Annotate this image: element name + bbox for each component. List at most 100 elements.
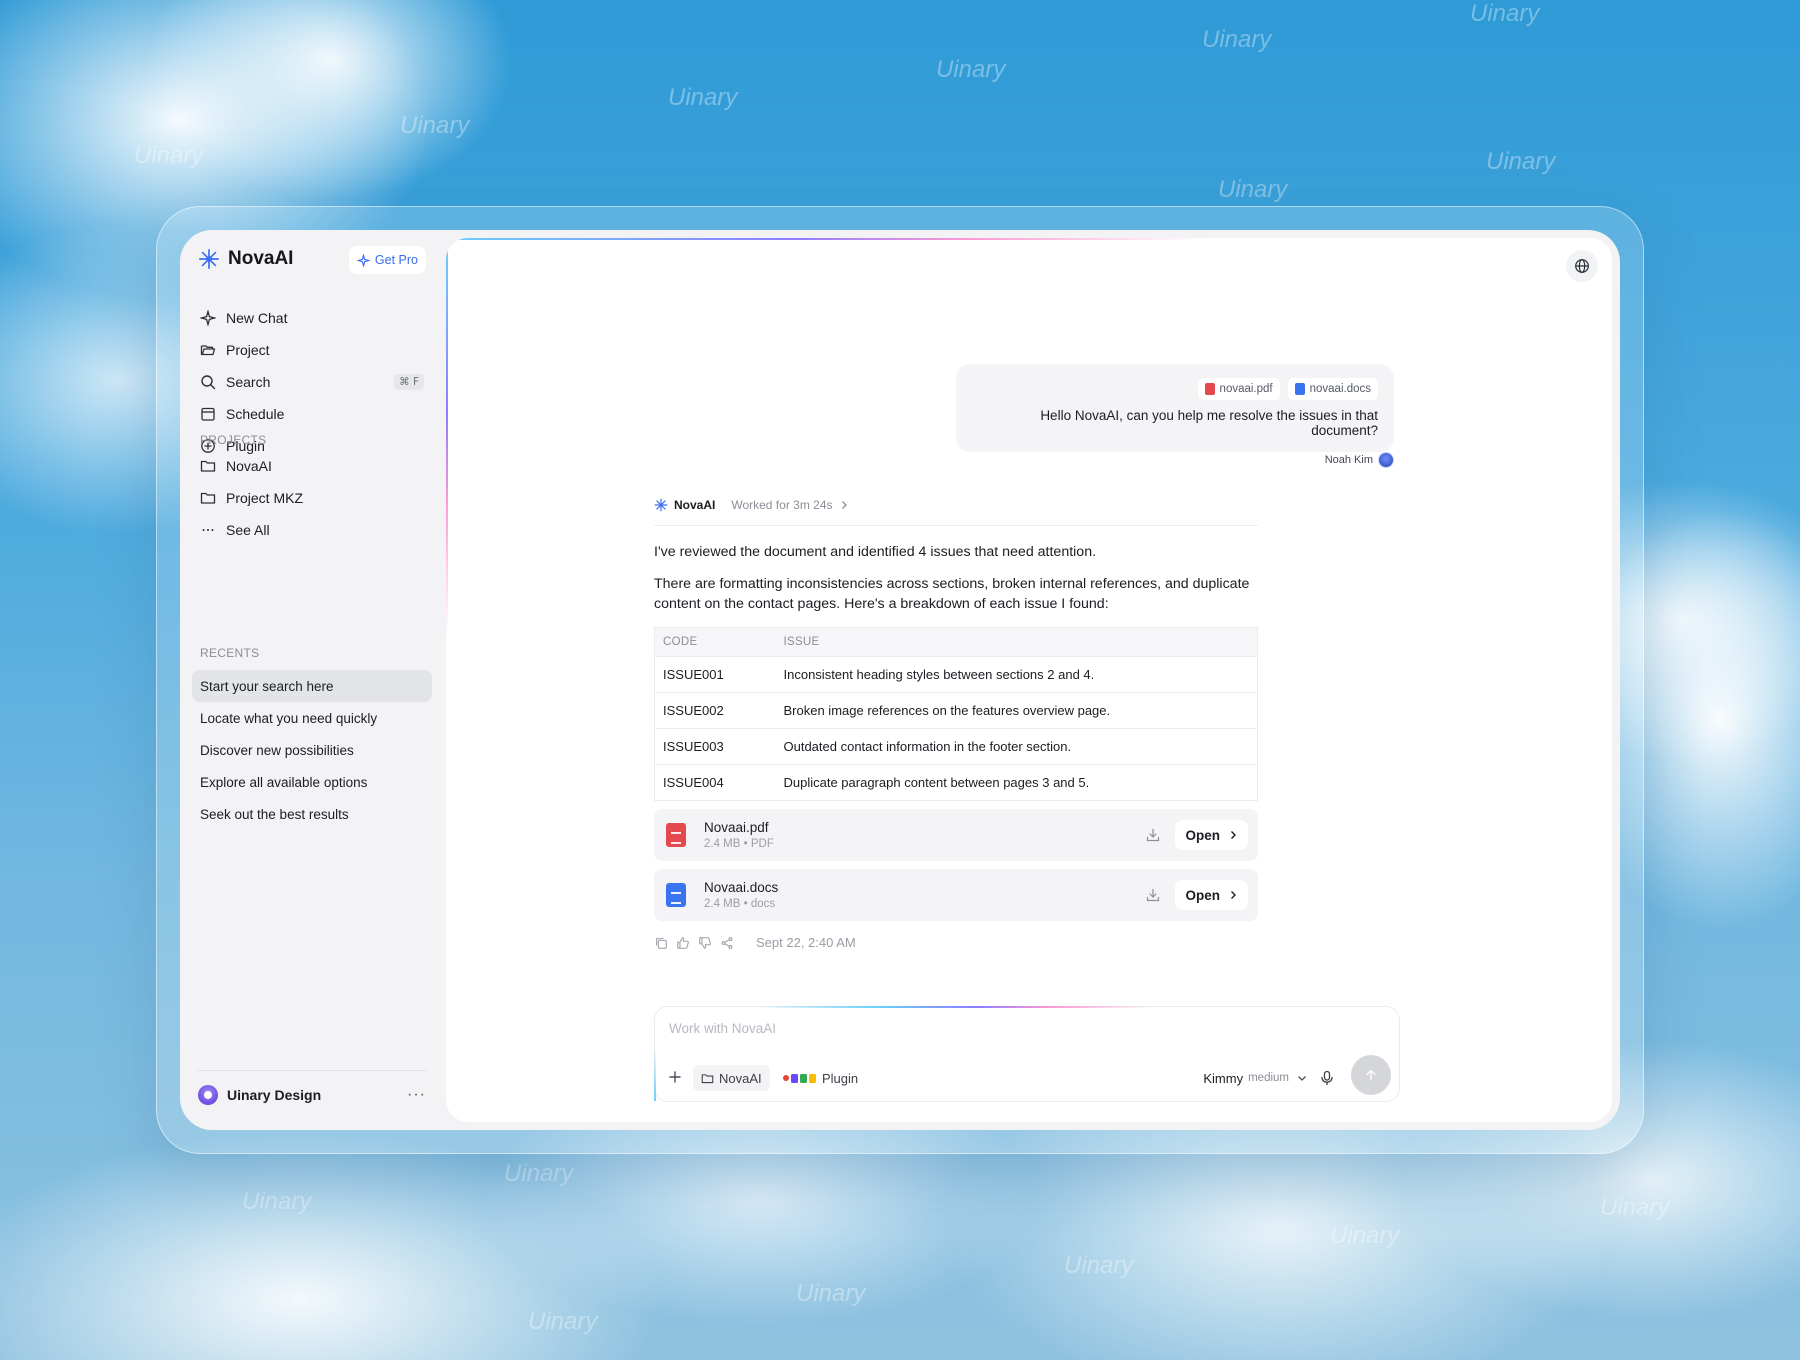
attachment-row: novaai.pdf novaai.docs — [972, 378, 1378, 400]
folder-icon — [701, 1073, 714, 1083]
file-name: Novaai.docs — [704, 880, 779, 895]
issue-code: ISSUE003 — [654, 728, 776, 765]
workspace-avatar — [198, 1084, 218, 1105]
search-icon — [201, 375, 216, 390]
user-message-text: Hello NovaAI, can you help me resolve th… — [1040, 408, 1378, 438]
watermark: Uinary — [504, 1160, 574, 1187]
projects-list: NovaAI Project MKZ See All — [190, 450, 434, 546]
issue-code: ISSUE004 — [654, 764, 776, 801]
language-button[interactable] — [1566, 250, 1598, 282]
table-row: ISSUE003 Outdated contact information in… — [654, 728, 1258, 765]
attachment-chip-pdf[interactable]: novaai.pdf — [1197, 378, 1280, 400]
get-pro-button[interactable]: Get Pro — [348, 246, 426, 274]
recent-item[interactable]: Seek out the best results — [192, 798, 432, 830]
file-meta: 2.4 MB • docs — [704, 898, 776, 910]
workspace-more-button[interactable]: ··· — [407, 1086, 426, 1104]
watermark: Uinary — [1470, 0, 1540, 27]
brand-name: NovaAI — [228, 248, 294, 269]
open-file-button[interactable]: Open — [1175, 820, 1248, 850]
arrow-up-icon — [1366, 1069, 1376, 1081]
project-selector[interactable]: NovaAI — [693, 1065, 770, 1091]
workspace-switcher[interactable]: Uinary Design ··· — [198, 1070, 426, 1116]
add-icon[interactable] — [667, 1069, 683, 1085]
doc-file-icon — [666, 883, 686, 907]
watermark: Uinary — [1202, 26, 1272, 53]
nova-logo-icon — [654, 498, 668, 511]
nova-logo-icon — [199, 249, 219, 269]
folder-icon — [200, 460, 216, 472]
watermark: Uinary — [1486, 148, 1556, 175]
download-icon[interactable] — [1145, 827, 1161, 843]
send-button[interactable] — [1351, 1055, 1391, 1095]
chevron-right-icon — [1231, 891, 1236, 899]
copy-icon[interactable] — [654, 936, 668, 950]
message-actions: Sept 22, 2:40 AM — [654, 935, 1258, 950]
table-header-row: CODE ISSUE — [654, 627, 1258, 657]
app-window: NovaAI Get Pro New Chat Project Search ⌘… — [180, 230, 1620, 1130]
model-selector[interactable]: Kimmy medium — [1203, 1065, 1307, 1091]
column-header-issue: ISSUE — [775, 627, 1258, 657]
doc-file-icon — [1294, 383, 1305, 395]
table-row: ISSUE002 Broken image references on the … — [654, 692, 1258, 729]
recent-item[interactable]: Start your search here — [192, 670, 432, 702]
composer: NovaAI Plugin Kimmy medium — [654, 1006, 1400, 1102]
issue-description: Outdated contact information in the foot… — [775, 728, 1258, 765]
nav-label: Search — [226, 374, 271, 390]
sparkle-icon — [200, 310, 216, 326]
attachment-name: novaai.docs — [1309, 383, 1371, 395]
see-all-projects[interactable]: See All — [190, 514, 434, 546]
watermark: Uinary — [1064, 1252, 1134, 1279]
model-level: medium — [1248, 1072, 1289, 1084]
issue-description: Broken image references on the features … — [775, 692, 1258, 729]
nav-new-chat[interactable]: New Chat — [190, 302, 434, 334]
thumbs-down-icon[interactable] — [698, 936, 712, 950]
ai-paragraph: I've reviewed the document and identifie… — [654, 544, 1097, 560]
nav-label: New Chat — [226, 310, 288, 326]
sparkle-icon — [356, 253, 370, 267]
watermark: Uinary — [668, 84, 738, 111]
open-label: Open — [1185, 887, 1220, 903]
microphone-icon[interactable] — [1319, 1070, 1335, 1086]
watermark: Uinary — [1218, 176, 1288, 203]
plugin-selector[interactable]: Plugin — [783, 1065, 858, 1091]
open-file-button[interactable]: Open — [1175, 880, 1248, 910]
thumbs-up-icon[interactable] — [676, 936, 690, 950]
file-card-docs: Novaai.docs 2.4 MB • docs Open — [654, 869, 1258, 921]
worked-duration[interactable]: Worked for 3m 24s — [731, 498, 832, 512]
project-item-novaai[interactable]: NovaAI — [190, 450, 434, 482]
nav-search[interactable]: Search ⌘ F — [190, 366, 434, 398]
brand[interactable]: NovaAI — [198, 248, 293, 270]
ai-response-header: NovaAI Worked for 3m 24s — [654, 492, 1258, 526]
issue-code: ISSUE001 — [654, 656, 776, 693]
search-shortcut: ⌘ F — [394, 374, 424, 390]
recent-item[interactable]: Explore all available options — [192, 766, 432, 798]
plugin-app-icons — [783, 1073, 816, 1083]
download-icon[interactable] — [1145, 887, 1161, 903]
recent-item[interactable]: Locate what you need quickly — [192, 702, 432, 734]
attachment-chip-docs[interactable]: novaai.docs — [1287, 378, 1378, 400]
column-header-code: CODE — [654, 627, 776, 657]
project-item-mkz[interactable]: Project MKZ — [190, 482, 434, 514]
watermark: Uinary — [1330, 1222, 1400, 1249]
watermark: Uinary — [528, 1308, 598, 1335]
watermark: Uinary — [400, 112, 470, 139]
open-label: Open — [1185, 827, 1220, 843]
watermark: Uinary — [936, 56, 1006, 83]
recents-heading: RECENTS — [200, 646, 260, 660]
pdf-file-icon — [666, 823, 686, 847]
nav-project[interactable]: Project — [190, 334, 434, 366]
chevron-right-icon[interactable] — [839, 500, 849, 510]
watermark: Uinary — [242, 1188, 312, 1215]
project-label: Project MKZ — [226, 490, 304, 506]
user-avatar — [1378, 452, 1394, 468]
user-message-bubble: novaai.pdf novaai.docs Hello NovaAI, can… — [956, 364, 1394, 452]
nav-schedule[interactable]: Schedule — [190, 398, 434, 430]
share-icon[interactable] — [720, 936, 734, 950]
ai-response: NovaAI Worked for 3m 24s I've reviewed t… — [654, 492, 1258, 950]
issue-code: ISSUE002 — [654, 692, 776, 729]
message-input[interactable] — [669, 1021, 1269, 1036]
folder-icon — [200, 492, 216, 504]
pdf-file-icon — [1204, 383, 1215, 395]
recents-list: Start your search here Locate what you n… — [192, 670, 432, 830]
recent-item[interactable]: Discover new possibilities — [192, 734, 432, 766]
